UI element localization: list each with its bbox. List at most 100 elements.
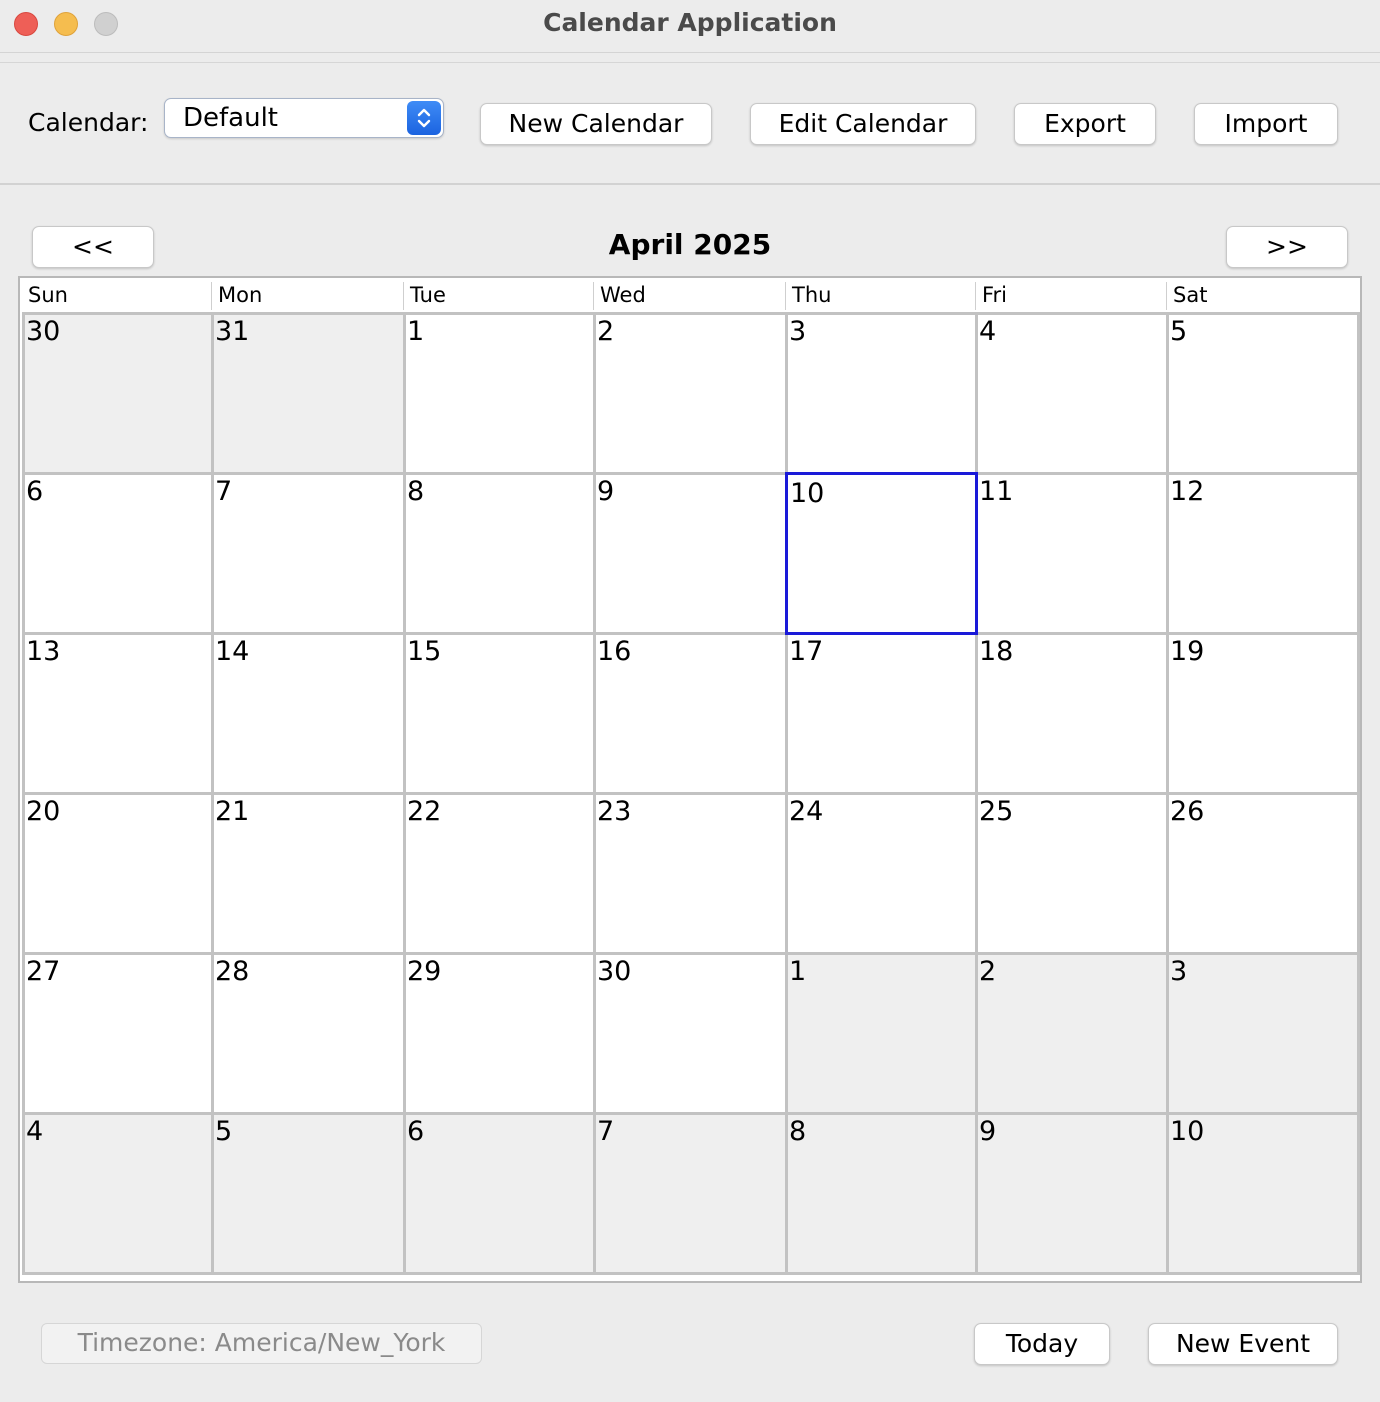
day-cell[interactable]: 4 [22,1112,214,1275]
day-cell[interactable]: 22 [403,792,596,955]
day-number: 6 [26,476,44,507]
day-number: 3 [789,316,807,347]
day-cell[interactable]: 7 [211,472,406,635]
day-cell[interactable]: 9 [593,472,788,635]
day-number: 5 [1170,316,1188,347]
day-number: 30 [26,316,61,347]
day-cell[interactable]: 4 [975,312,1169,475]
day-number: 31 [215,316,250,347]
day-number: 23 [597,796,632,827]
day-number: 27 [26,956,61,987]
day-number: 9 [597,476,615,507]
day-number: 15 [407,636,442,667]
day-cell[interactable]: 25 [975,792,1169,955]
day-cell[interactable]: 8 [785,1112,978,1275]
day-cell[interactable]: 5 [1166,312,1360,475]
calendar-select-value: Default [183,103,278,133]
day-number: 10 [1170,1116,1205,1147]
day-number: 10 [790,478,825,509]
new-event-button[interactable]: New Event [1148,1323,1338,1365]
weekday-label-wed: Wed [593,282,785,310]
day-cell[interactable]: 15 [403,632,596,795]
day-number: 14 [215,636,250,667]
weekday-label-thu: Thu [785,282,975,310]
day-cell[interactable]: 14 [211,632,406,795]
day-cell[interactable]: 9 [975,1112,1169,1275]
timezone-field: Timezone: America/New_York [41,1323,482,1364]
day-cell[interactable]: 19 [1166,632,1360,795]
day-cell[interactable]: 28 [211,952,406,1115]
day-number: 1 [789,956,807,987]
day-cell[interactable]: 23 [593,792,788,955]
day-number: 24 [789,796,824,827]
day-cell[interactable]: 10 [1166,1112,1360,1275]
day-number: 19 [1170,636,1205,667]
edit-calendar-button[interactable]: Edit Calendar [750,103,976,145]
day-number: 6 [407,1116,425,1147]
day-cell[interactable]: 29 [403,952,596,1115]
next-month-button[interactable]: >> [1226,226,1348,268]
day-number: 5 [215,1116,233,1147]
today-button[interactable]: Today [974,1323,1110,1365]
day-number: 28 [215,956,250,987]
day-cell[interactable]: 20 [22,792,214,955]
day-number: 29 [407,956,442,987]
day-cell[interactable]: 12 [1166,472,1360,635]
day-number: 30 [597,956,632,987]
day-cell[interactable]: 3 [785,312,978,475]
day-cell[interactable]: 24 [785,792,978,955]
weekday-label-fri: Fri [975,282,1166,310]
day-cell[interactable]: 7 [593,1112,788,1275]
day-number: 7 [597,1116,615,1147]
day-number: 8 [407,476,425,507]
day-number: 21 [215,796,250,827]
day-number: 20 [26,796,61,827]
day-cell[interactable]: 2 [975,952,1169,1115]
new-calendar-button[interactable]: New Calendar [480,103,712,145]
day-cell[interactable]: 1 [785,952,978,1115]
day-cell-selected[interactable]: 10 [785,472,978,635]
day-cell[interactable]: 30 [593,952,788,1115]
day-number: 17 [789,636,824,667]
calendar-select[interactable]: Default [164,98,444,138]
window-title: Calendar Application [543,8,837,37]
day-cell[interactable]: 17 [785,632,978,795]
day-number: 7 [215,476,233,507]
day-number: 18 [979,636,1014,667]
import-button[interactable]: Import [1194,103,1338,145]
day-cell[interactable]: 11 [975,472,1169,635]
export-button[interactable]: Export [1014,103,1156,145]
divider [0,183,1380,185]
day-number: 25 [979,796,1014,827]
day-cell[interactable]: 31 [211,312,406,475]
day-cell[interactable]: 3 [1166,952,1360,1115]
day-number: 22 [407,796,442,827]
day-number: 16 [597,636,632,667]
weekday-label-mon: Mon [211,282,403,310]
day-number: 1 [407,316,425,347]
day-cell[interactable]: 2 [593,312,788,475]
weekday-label-sat: Sat [1166,282,1357,310]
day-number: 9 [979,1116,997,1147]
day-number: 2 [979,956,997,987]
day-cell[interactable]: 5 [211,1112,406,1275]
day-cell[interactable]: 18 [975,632,1169,795]
day-cell[interactable]: 8 [403,472,596,635]
day-cell[interactable]: 30 [22,312,214,475]
day-cell[interactable]: 6 [22,472,214,635]
day-cell[interactable]: 16 [593,632,788,795]
day-cell[interactable]: 1 [403,312,596,475]
day-number: 13 [26,636,61,667]
day-number: 26 [1170,796,1205,827]
day-cell[interactable]: 26 [1166,792,1360,955]
day-number: 12 [1170,476,1205,507]
day-cell[interactable]: 13 [22,632,214,795]
month-title: April 2025 [608,228,772,261]
day-cell[interactable]: 27 [22,952,214,1115]
calendar-label: Calendar: [28,108,149,137]
day-cell[interactable]: 21 [211,792,406,955]
day-number: 11 [979,476,1014,507]
day-number: 8 [789,1116,807,1147]
day-number: 3 [1170,956,1188,987]
day-cell[interactable]: 6 [403,1112,596,1275]
